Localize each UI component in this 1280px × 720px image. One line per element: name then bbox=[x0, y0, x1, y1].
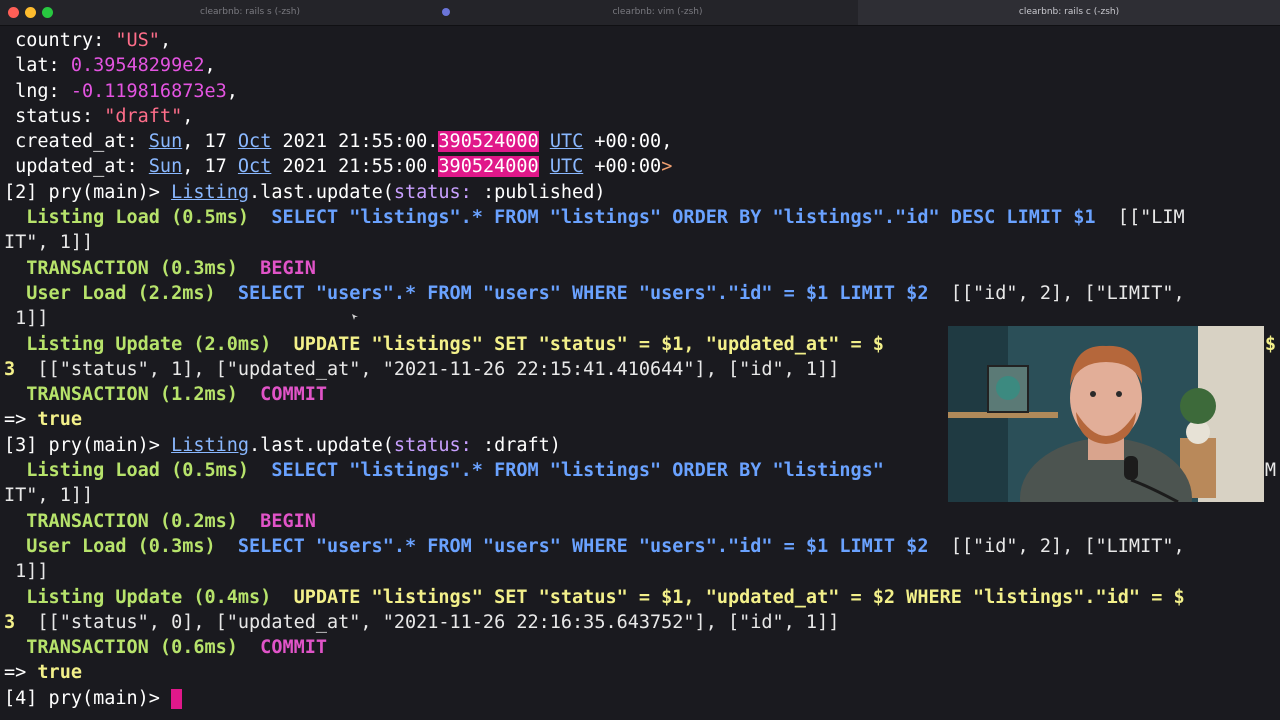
output-line: country: "US", bbox=[4, 30, 172, 51]
output-line: updated_at: Sun, 17 Oct 2021 21:55:00.39… bbox=[4, 156, 673, 178]
tab-vim[interactable]: clearbnb: vim (-zsh) bbox=[460, 0, 855, 25]
result-line: => true bbox=[4, 662, 82, 684]
terminal-titlebar: clearbnb: rails s (-zsh) clearbnb: vim (… bbox=[0, 0, 1280, 26]
log-line: TRANSACTION (0.3ms) BEGIN bbox=[4, 257, 316, 279]
log-line: TRANSACTION (0.2ms) BEGIN bbox=[4, 510, 316, 532]
webcam-overlay bbox=[948, 326, 1264, 502]
zoom-window-button[interactable] bbox=[42, 7, 53, 18]
mouse-pointer-icon bbox=[352, 314, 358, 320]
close-window-button[interactable] bbox=[8, 7, 19, 18]
tab-rails-server[interactable]: clearbnb: rails s (-zsh) bbox=[80, 0, 420, 25]
output-line: status: "draft", bbox=[4, 105, 194, 127]
presenter-video-image bbox=[948, 326, 1264, 502]
text-cursor bbox=[171, 688, 183, 709]
log-line: TRANSACTION (0.6ms) COMMIT bbox=[4, 637, 328, 659]
output-line: lng: -0.119816873e3, bbox=[4, 80, 238, 102]
log-line: IT", 1]] bbox=[4, 232, 94, 254]
log-line: 3 [["status", 0], ["updated_at", "2021-1… bbox=[4, 611, 840, 633]
output-line: created_at: Sun, 17 Oct 2021 21:55:00.39… bbox=[4, 131, 673, 153]
minimize-window-button[interactable] bbox=[25, 7, 36, 18]
tab-rails-console[interactable]: clearbnb: rails c (-zsh) bbox=[858, 0, 1280, 25]
log-line: 1]] bbox=[4, 561, 49, 583]
output-line: lat: 0.39548299e2, bbox=[4, 55, 216, 77]
log-line: User Load (0.3ms) SELECT "users".* FROM … bbox=[4, 535, 1185, 557]
tab-activity-dot-icon bbox=[442, 8, 450, 16]
prompt-line: [2] pry(main)> Listing.last.update(statu… bbox=[4, 181, 606, 203]
active-prompt-line[interactable]: [4] pry(main)> bbox=[4, 686, 1276, 711]
window-controls bbox=[8, 7, 53, 18]
log-line: Listing Load (0.5ms) SELECT "listings".*… bbox=[4, 207, 1185, 229]
log-line: Listing Update (0.4ms) UPDATE "listings"… bbox=[4, 586, 1185, 608]
log-line: User Load (2.2ms) SELECT "users".* FROM … bbox=[4, 282, 1185, 304]
